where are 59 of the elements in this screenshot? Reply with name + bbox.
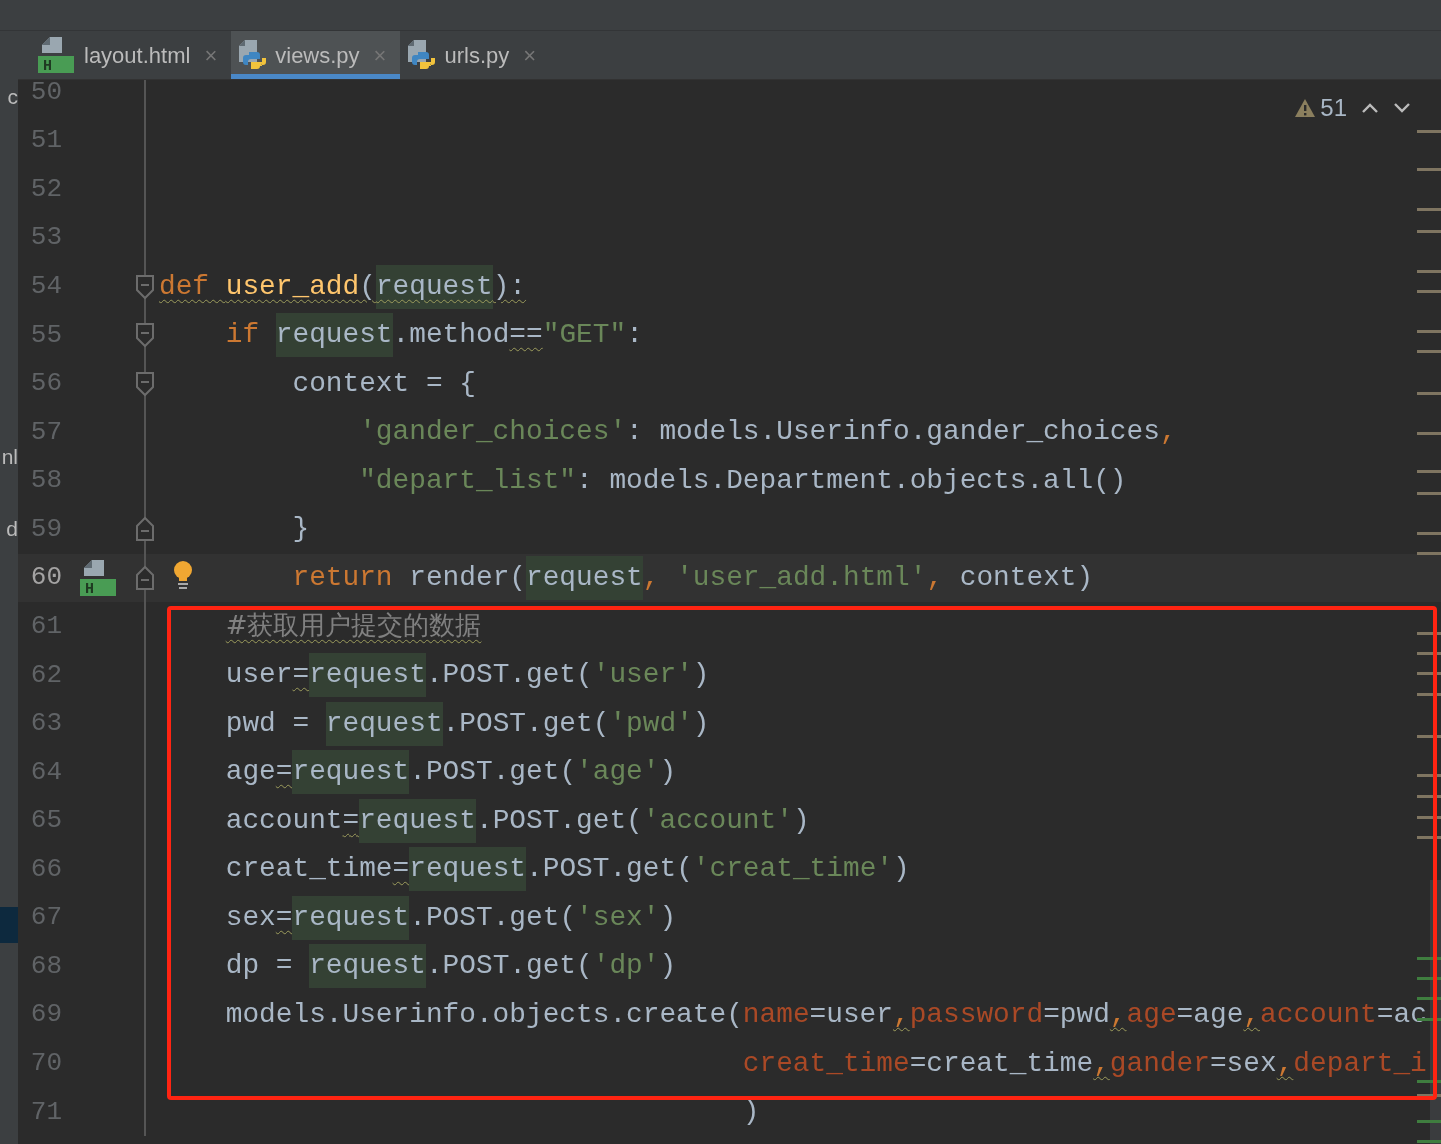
line-number: 53 xyxy=(29,221,62,255)
code-line: creat_time=request.POST.get('creat_time') xyxy=(159,847,910,892)
line-number: 68 xyxy=(29,949,62,983)
chevron-up-icon xyxy=(1361,102,1379,114)
line-number: 63 xyxy=(29,707,62,741)
python-file-icon xyxy=(237,38,268,72)
previous-button[interactable] xyxy=(1361,102,1379,114)
code-line: context = { xyxy=(291,366,476,401)
line-number: 65 xyxy=(29,804,62,838)
code-line: return render(request, 'user_add.html', context) xyxy=(159,555,1094,600)
fold-icon[interactable] xyxy=(135,322,155,349)
chevron-down-icon xyxy=(1393,102,1411,114)
line-number: 59 xyxy=(29,512,62,546)
code-line: #获取用户提交的数据 xyxy=(224,609,482,643)
next-button[interactable] xyxy=(1393,102,1411,114)
line-number: 52 xyxy=(29,172,62,206)
file-tab[interactable]: H layout.html × xyxy=(30,31,232,79)
line-number: 50 xyxy=(29,80,62,109)
line-number: 64 xyxy=(29,755,62,789)
python-file-icon xyxy=(406,38,437,72)
fold-icon[interactable] xyxy=(135,516,155,543)
line-number: 54 xyxy=(29,270,62,304)
project-tree-item[interactable]: d xyxy=(6,513,18,545)
code-line: 'gander_choices': models.Userinfo.gander_choices, xyxy=(358,415,1177,450)
fold-icon[interactable] xyxy=(135,273,155,300)
line-number: 57 xyxy=(29,415,62,449)
line-number: 61 xyxy=(29,609,62,643)
code-line: age=request.POST.get('age') xyxy=(159,750,677,795)
project-tree-item[interactable]: nl xyxy=(1,441,18,473)
code-line: "depart_list": models.Department.objects.all() xyxy=(358,463,1127,498)
line-number: 71 xyxy=(29,1095,62,1129)
line-number: 69 xyxy=(29,998,62,1032)
code-line: def user_add(request): xyxy=(159,264,527,309)
lightbulb-icon[interactable] xyxy=(172,559,194,590)
line-number: 51 xyxy=(29,124,62,158)
file-tab[interactable]: urls.py × xyxy=(400,31,551,79)
code-line: creat_time=creat_time,gander=sex,depart_i xyxy=(741,1046,1427,1081)
fold-icon[interactable] xyxy=(135,370,155,397)
fold-icon[interactable] xyxy=(135,564,155,591)
line-number: 60 xyxy=(29,561,62,595)
code-line: dp = request.POST.get('dp') xyxy=(159,944,677,989)
line-number: 70 xyxy=(29,1047,62,1081)
warning-count[interactable]: 51 xyxy=(1294,90,1347,126)
warning-icon xyxy=(1294,98,1317,118)
file-tab[interactable]: views.py × xyxy=(231,31,401,79)
code-line: sex=request.POST.get('sex') xyxy=(159,895,677,940)
code-line: ) xyxy=(741,1095,760,1130)
code-line: if request.method=="GET": xyxy=(159,313,643,358)
line-number: 67 xyxy=(29,901,62,935)
line-number: 55 xyxy=(29,318,62,352)
code-line: account=request.POST.get('account') xyxy=(159,798,810,843)
code-line: pwd = request.POST.get('pwd') xyxy=(159,701,710,746)
line-number: 56 xyxy=(29,367,62,401)
line-number: 62 xyxy=(29,658,62,692)
line-number: 58 xyxy=(29,464,62,498)
code-line: } xyxy=(291,512,310,547)
line-number: 66 xyxy=(29,852,62,886)
code-line: user=request.POST.get('user') xyxy=(159,653,710,698)
project-tree-item[interactable]: c xyxy=(7,81,18,113)
